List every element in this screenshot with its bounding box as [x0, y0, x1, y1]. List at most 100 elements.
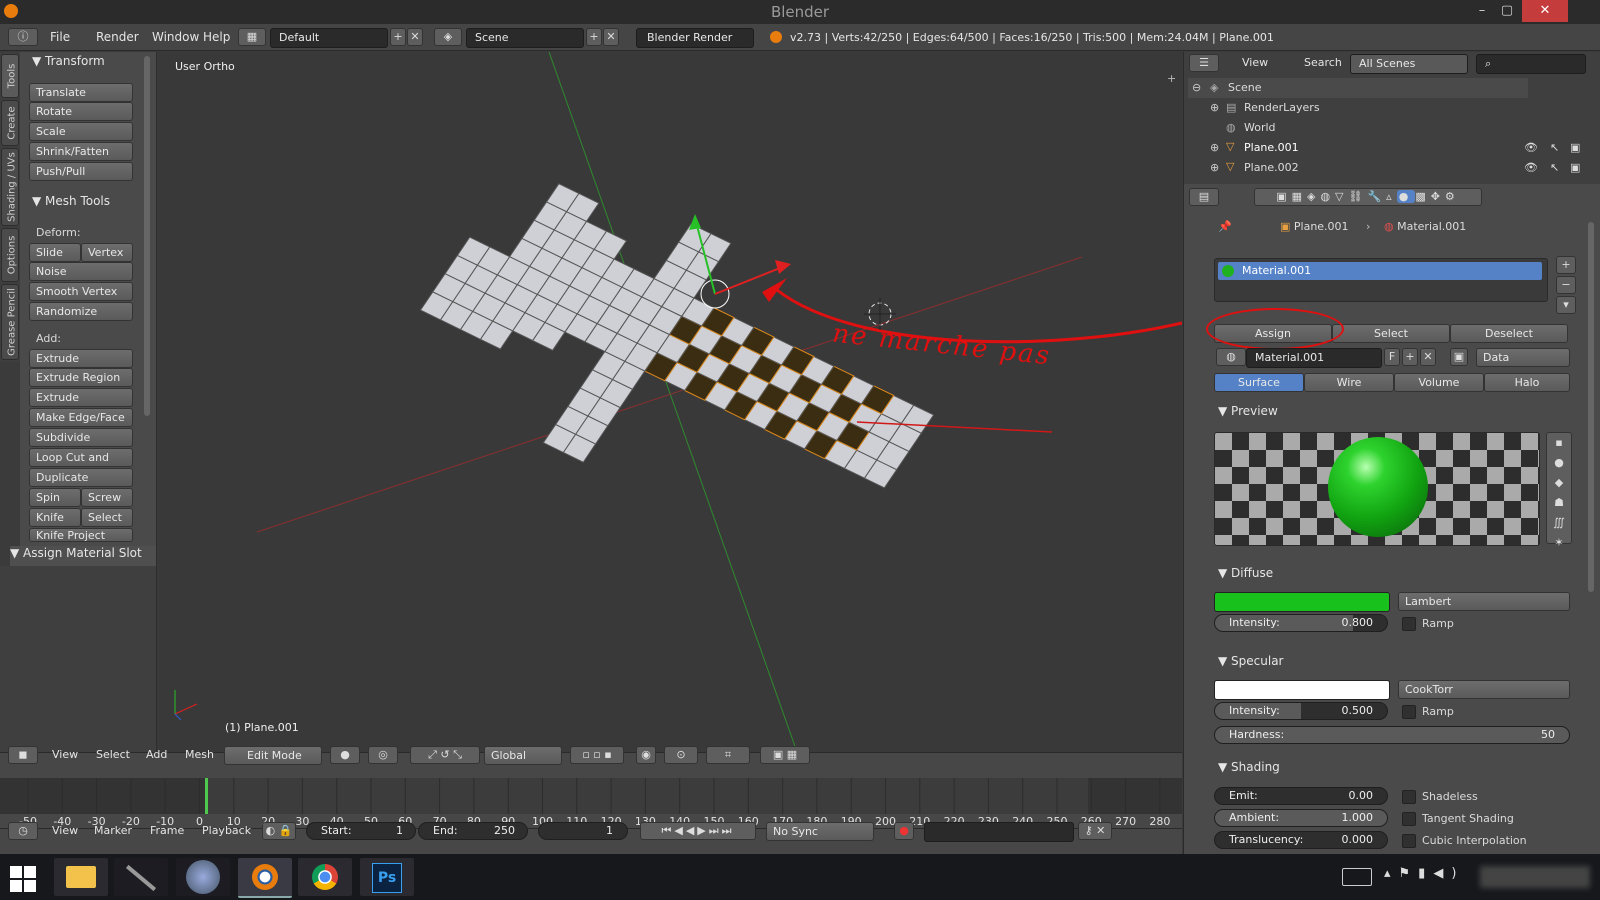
menu-render[interactable]: Render [96, 30, 139, 44]
screw-button[interactable]: Screw [81, 488, 133, 507]
slide-edge-button[interactable]: Slide Ed [29, 243, 81, 277]
slot-remove-button[interactable]: − [1556, 276, 1576, 294]
file-explorer-icon[interactable] [54, 858, 108, 896]
tab-surface[interactable]: Surface [1214, 373, 1304, 392]
material-add-icon[interactable]: + [1402, 348, 1418, 366]
playback-menu[interactable]: Playback [202, 824, 251, 837]
manipulator-icon[interactable]: ⤢ ↺ ⤡ [410, 746, 480, 764]
properties-scrollbar[interactable] [1588, 222, 1594, 592]
blender-taskbar-icon[interactable] [238, 858, 292, 898]
properties-context-tabs[interactable]: ▣▦◈◍▽⛓🔧▵ ● ▩✥⚙ [1254, 188, 1482, 206]
shadeless-checkbox[interactable] [1402, 790, 1416, 804]
diffuse-color-swatch[interactable] [1214, 592, 1390, 612]
diffuse-shader-select[interactable]: Lambert [1398, 592, 1570, 611]
translate-button[interactable]: Translate [29, 83, 133, 102]
outliner-row-plane002[interactable]: ⊕ ▽ Plane.002 👁 ↖ ▣ [1188, 158, 1600, 178]
slot-specials-button[interactable]: ▾ [1556, 296, 1576, 314]
material-slot-row[interactable]: Material.001 [1218, 262, 1542, 280]
diffuse-ramp-checkbox[interactable] [1402, 617, 1416, 631]
extrude-individual-button[interactable]: Extrude Individual [29, 388, 133, 422]
extrude-menu[interactable]: Extrude [29, 349, 133, 368]
shrink-fatten-button[interactable]: Shrink/Fatten [29, 142, 133, 161]
toolshelf-scrollbar[interactable] [144, 56, 150, 416]
add-menu[interactable]: Add [146, 748, 167, 761]
proportional-edit-icon[interactable]: ◉ [636, 746, 656, 764]
diffuse-intensity-slider[interactable]: Intensity: 0.800 [1214, 614, 1388, 632]
slot-add-button[interactable]: + [1556, 256, 1576, 274]
frame-menu[interactable]: Frame [150, 824, 184, 837]
knife-select-button[interactable]: Select [81, 508, 133, 527]
shading-panel-header[interactable]: ▼ Shading [1218, 760, 1280, 774]
translucency-field[interactable]: Translucency: 0.000 [1214, 831, 1388, 849]
keyframe-insert-icon[interactable]: ⚷ ✕ [1078, 822, 1112, 840]
select-mode-icons[interactable]: ▫ ▫ ▪ [570, 746, 624, 764]
windows-start-icon[interactable] [10, 866, 36, 892]
smooth-vertex-button[interactable]: Smooth Vertex [29, 282, 133, 301]
transform-panel-header[interactable]: ▼ Transform [32, 54, 105, 68]
scene-icon[interactable]: ◈ [434, 28, 462, 46]
specular-ramp-checkbox[interactable] [1402, 705, 1416, 719]
select-menu[interactable]: Select [96, 748, 130, 761]
specular-shader-select[interactable]: CookTorr [1398, 680, 1570, 699]
menu-file[interactable]: File [50, 30, 70, 44]
tab-volume[interactable]: Volume [1394, 373, 1484, 392]
ambient-field[interactable]: Ambient: 1.000 [1214, 809, 1388, 827]
tangent-shading-checkbox[interactable] [1402, 812, 1416, 826]
scene-add-icon[interactable]: + [586, 28, 602, 46]
outliner-search-menu[interactable]: Search [1304, 56, 1342, 69]
system-tray-icons[interactable]: ▴⚑▮◀) [1384, 866, 1464, 881]
duplicate-button[interactable]: Duplicate [29, 468, 133, 487]
3d-viewport[interactable]: User Ortho ne marche pas (1) Plane.001 + [157, 52, 1182, 752]
sync-select[interactable]: No Sync [766, 822, 874, 841]
vertex-slide-button[interactable]: Vertex [81, 243, 133, 262]
playback-controls[interactable]: ⏮◀◀▶⏭⏭ [640, 822, 756, 840]
pin-icon[interactable]: 📌 [1218, 220, 1232, 233]
material-link-icon[interactable]: ▣ [1450, 348, 1468, 366]
randomize-button[interactable]: Randomize [29, 302, 133, 321]
layout-field[interactable]: Default [270, 28, 388, 48]
specular-color-swatch[interactable] [1214, 680, 1390, 700]
view-menu[interactable]: View [52, 748, 78, 761]
close-button[interactable]: ✕ [1522, 0, 1568, 22]
diffuse-panel-header[interactable]: ▼ Diffuse [1218, 566, 1273, 580]
timeline-editor-icon[interactable]: ◷ [8, 822, 38, 840]
subdivide-button[interactable]: Subdivide [29, 428, 133, 447]
outliner-view-menu[interactable]: View [1242, 56, 1268, 69]
start-frame-field[interactable]: Start: 1 [306, 822, 416, 840]
mesh-menu[interactable]: Mesh [185, 748, 214, 761]
material-name-field[interactable]: Material.001 [1246, 348, 1382, 368]
tab-wire[interactable]: Wire [1304, 373, 1394, 392]
preview-panel-header[interactable]: ▼ Preview [1218, 404, 1278, 418]
end-frame-field[interactable]: End: 250 [418, 822, 528, 840]
outliner-row-world[interactable]: ◍ World [1188, 118, 1528, 138]
editor-type-icon[interactable]: ◼ [8, 746, 38, 764]
push-pull-button[interactable]: Push/Pull [29, 162, 133, 181]
layout-add-icon[interactable]: + [390, 28, 406, 46]
menu-help[interactable]: Help [203, 30, 230, 44]
outliner-filter-select[interactable]: All Scenes [1350, 54, 1468, 74]
timeline[interactable]: -50-40-30-20-100102030405060708090100110… [0, 778, 1182, 828]
render-view-icons[interactable]: ▣ ▦ [760, 746, 810, 764]
mode-select[interactable]: Edit Mode [224, 746, 322, 765]
snap-icon[interactable]: ⊙ [664, 746, 698, 764]
fake-user-button[interactable]: F [1384, 348, 1400, 366]
chrome-icon[interactable] [298, 858, 352, 896]
snap-target-icon[interactable]: ⌗ [706, 746, 750, 764]
tab-halo[interactable]: Halo [1484, 373, 1570, 392]
preview-type-icons[interactable]: ▪ ● ◆ ☗ ∭ ✶ [1546, 432, 1572, 549]
knife-button[interactable]: Knife [29, 508, 81, 527]
rotate-button[interactable]: Rotate [29, 102, 133, 121]
tl-view-menu[interactable]: View [52, 824, 78, 837]
blurred-app-icon[interactable] [176, 858, 230, 896]
shading-mode-icon[interactable]: ● [330, 746, 360, 764]
hardness-slider[interactable]: Hardness: 50 [1214, 726, 1570, 744]
noise-button[interactable]: Noise [29, 262, 133, 281]
layout-remove-icon[interactable]: ✕ [407, 28, 423, 46]
tab-options[interactable]: Options [1, 228, 19, 282]
loop-cut-slide-button[interactable]: Loop Cut and Slide [29, 448, 133, 482]
record-icon[interactable]: ● [894, 822, 914, 840]
mesh-tools-panel-header[interactable]: ▼ Mesh Tools [32, 194, 110, 208]
outliner-row-scene[interactable]: ⊖ ◈ Scene [1188, 78, 1528, 98]
outliner-row-renderlayers[interactable]: ⊕ ▤ RenderLayers [1188, 98, 1528, 118]
toggle-properties-icon[interactable]: + [1167, 72, 1176, 85]
